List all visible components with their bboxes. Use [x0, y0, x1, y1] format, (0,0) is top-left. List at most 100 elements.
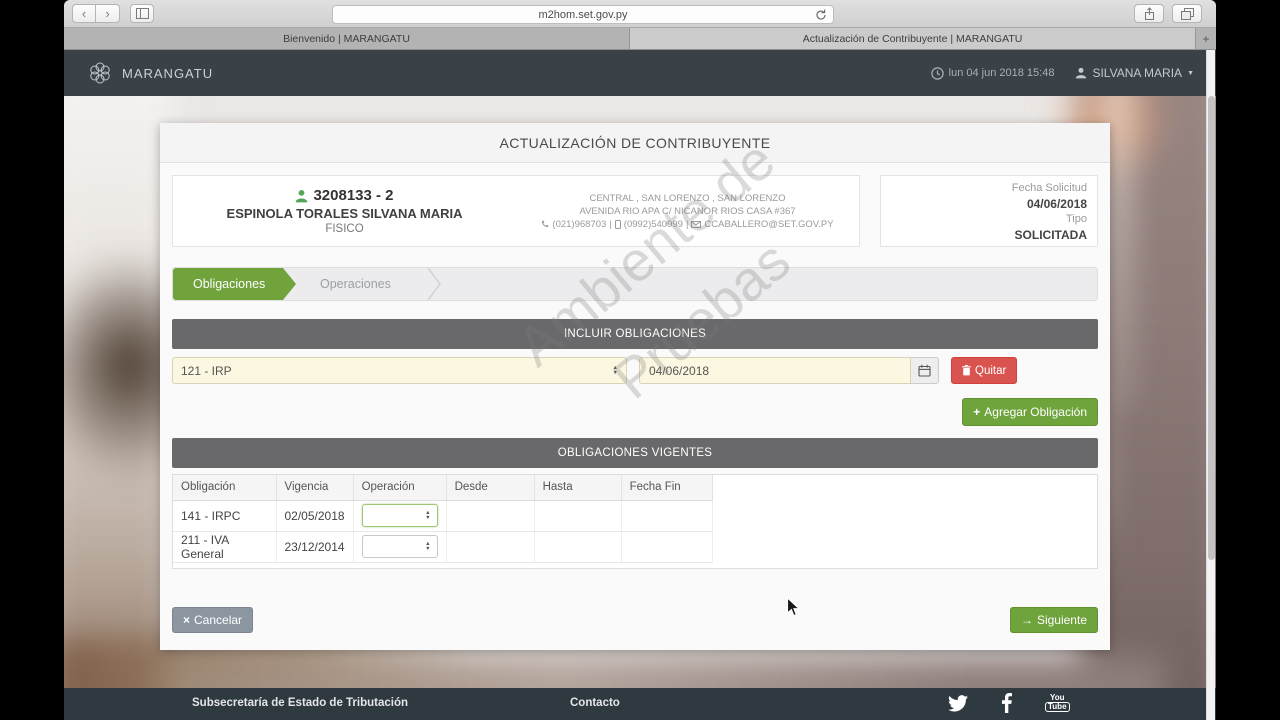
user-menu[interactable]: SILVANA MARIA ▼: [1075, 66, 1194, 80]
address-bar[interactable]: m2hom.set.gov.py: [332, 5, 834, 24]
scrollbar[interactable]: [1206, 50, 1215, 720]
siguiente-label: Siguiente: [1037, 613, 1087, 627]
step-chevron-icon: [427, 268, 441, 300]
browser-forward-button[interactable]: ›: [96, 4, 120, 23]
cancelar-button[interactable]: × Cancelar: [172, 607, 253, 633]
obligation-date-value: 04/06/2018: [649, 364, 709, 378]
sidebar-icon[interactable]: [130, 4, 154, 23]
envelope-icon: [691, 221, 701, 228]
select-arrows-icon: ▲▼: [425, 542, 430, 552]
browser-tab-actualizacion[interactable]: Actualización de Contribuyente | MARANGA…: [630, 28, 1196, 49]
footer-contact-link[interactable]: Contacto: [570, 697, 620, 709]
obligation-select-value: 121 - IRP: [181, 364, 232, 378]
app-header: MARANGATU lun 04 jun 2018 15:48 SILVANA …: [64, 50, 1216, 96]
youtube-icon[interactable]: You Tube: [1045, 694, 1070, 712]
app-brand[interactable]: MARANGATU: [86, 59, 213, 87]
app-brand-label: MARANGATU: [122, 66, 213, 81]
agregar-obligacion-label: Agregar Obligación: [984, 405, 1087, 419]
col-fecha-fin: Fecha Fin: [621, 475, 712, 500]
tab-obligaciones[interactable]: Obligaciones: [173, 268, 296, 300]
url-text: m2hom.set.gov.py: [538, 9, 627, 21]
table-row: 141 - IRPC 02/05/2018 ▲▼: [173, 500, 712, 531]
separator: |: [609, 218, 611, 231]
obligaciones-vigentes-header: OBLIGACIONES VIGENTES: [172, 438, 1098, 468]
obligation-select[interactable]: 121 - IRP ▲▼: [172, 357, 627, 384]
request-date-value: 04/06/2018: [891, 197, 1087, 213]
reload-icon[interactable]: [814, 8, 828, 25]
cell-vigencia: 23/12/2014: [276, 531, 353, 562]
taxpayer-address-2: AVENIDA RIO APA C/ NICANOR RIOS CASA #36…: [579, 205, 795, 218]
taxpayer-email: CCABALLERO@SET.GOV.PY: [704, 218, 833, 231]
operacion-select-row2[interactable]: ▲▼: [362, 535, 438, 558]
tab-obligaciones-label: Obligaciones: [193, 277, 265, 291]
obligaciones-table-container: Obligación Vigencia Operación Desde Hast…: [172, 474, 1098, 569]
table-row: 211 - IVA General 23/12/2014 ▲▼: [173, 531, 712, 562]
trash-icon: [962, 365, 971, 376]
cell-obligacion: 211 - IVA General: [173, 531, 276, 562]
clock-icon: [931, 67, 944, 80]
header-datetime: lun 04 jun 2018 15:48: [931, 67, 1055, 80]
request-type-label: Tipo: [891, 212, 1087, 228]
request-type-value: SOLICITADA: [891, 228, 1087, 244]
header-datetime-text: lun 04 jun 2018 15:48: [949, 67, 1055, 79]
share-icon[interactable]: [1134, 4, 1164, 23]
chevron-down-icon: ▼: [1187, 70, 1194, 77]
footer-org: Subsecretaría de Estado de Tributación: [192, 697, 408, 709]
taxpayer-type: FISICO: [325, 223, 363, 235]
browser-toolbar: ‹ › m2hom.set.gov.py: [64, 0, 1216, 28]
browser-tab-bienvenido[interactable]: Bienvenido | MARANGATU: [64, 28, 630, 49]
request-date-label: Fecha Solicitud: [891, 181, 1087, 197]
tab-overview-icon[interactable]: [1172, 4, 1202, 23]
contribuyente-card: ACTUALIZACIÓN DE CONTRIBUYENTE 3208133 -…: [160, 123, 1110, 650]
mouse-cursor: [786, 597, 801, 623]
obligation-date-input[interactable]: 04/06/2018: [639, 357, 911, 384]
close-icon: ×: [183, 613, 190, 627]
arrow-right-icon: →: [1021, 613, 1033, 627]
app-footer: Subsecretaría de Estado de Tributación C…: [64, 688, 1216, 720]
col-obligacion: Obligación: [173, 475, 276, 500]
obligation-date-group: 04/06/2018: [639, 357, 939, 384]
tab-operaciones-label: Operaciones: [320, 277, 391, 291]
operacion-select-row1[interactable]: ▲▼: [362, 504, 438, 527]
user-icon: [1075, 67, 1087, 79]
mobile-icon: [615, 220, 621, 229]
quitar-button[interactable]: Quitar: [951, 357, 1017, 384]
request-box: Fecha Solicitud 04/06/2018 Tipo SOLICITA…: [880, 175, 1098, 247]
agregar-obligacion-button[interactable]: + Agregar Obligación: [962, 398, 1098, 426]
twitter-icon[interactable]: [948, 695, 968, 712]
siguiente-button[interactable]: → Siguiente: [1010, 607, 1098, 633]
incluir-obligaciones-header: INCLUIR OBLIGACIONES: [172, 319, 1098, 349]
scrollbar-thumb[interactable]: [1208, 96, 1215, 560]
page-title: ACTUALIZACIÓN DE CONTRIBUYENTE: [160, 123, 1110, 163]
taxpayer-info-row: 3208133 - 2 ESPINOLA TORALES SILVANA MAR…: [160, 163, 1110, 259]
taxpayer-phone: (021)968703: [552, 218, 606, 231]
wizard-steps: Obligaciones Operaciones: [172, 267, 1098, 301]
browser-tabbar: Bienvenido | MARANGATU Actualización de …: [64, 28, 1216, 50]
taxpayer-icon: [295, 189, 308, 203]
taxpayer-name: ESPINOLA TORALES SILVANA MARIA: [227, 206, 463, 221]
select-arrows-icon: ▲▼: [613, 366, 618, 376]
cell-obligacion: 141 - IRPC: [173, 500, 276, 531]
col-hasta: Hasta: [534, 475, 621, 500]
desktop: ‹ › m2hom.set.gov.py: [0, 0, 1280, 720]
cancelar-label: Cancelar: [194, 613, 242, 627]
facebook-icon[interactable]: [1001, 693, 1012, 713]
marangatu-logo-icon: [86, 59, 114, 87]
col-operacion: Operación: [353, 475, 446, 500]
obligaciones-table: Obligación Vigencia Operación Desde Hast…: [173, 475, 713, 563]
calendar-button[interactable]: [911, 357, 939, 384]
phone-icon: [541, 220, 549, 228]
page-viewport: MARANGATU lun 04 jun 2018 15:48 SILVANA …: [64, 50, 1216, 720]
taxpayer-ruc: 3208133 - 2: [313, 187, 393, 204]
col-vigencia: Vigencia: [276, 475, 353, 500]
tab-operaciones[interactable]: Operaciones: [296, 268, 411, 300]
new-tab-button[interactable]: +: [1196, 28, 1216, 49]
taxpayer-address-1: CENTRAL , SAN LORENZO , SAN LORENZO: [589, 192, 785, 205]
cell-vigencia: 02/05/2018: [276, 500, 353, 531]
col-desde: Desde: [446, 475, 534, 500]
browser-back-button[interactable]: ‹: [72, 4, 96, 23]
quitar-label: Quitar: [975, 365, 1006, 377]
user-name: SILVANA MARIA: [1092, 66, 1182, 80]
browser-window: ‹ › m2hom.set.gov.py: [64, 0, 1216, 720]
calendar-icon: [918, 364, 931, 377]
